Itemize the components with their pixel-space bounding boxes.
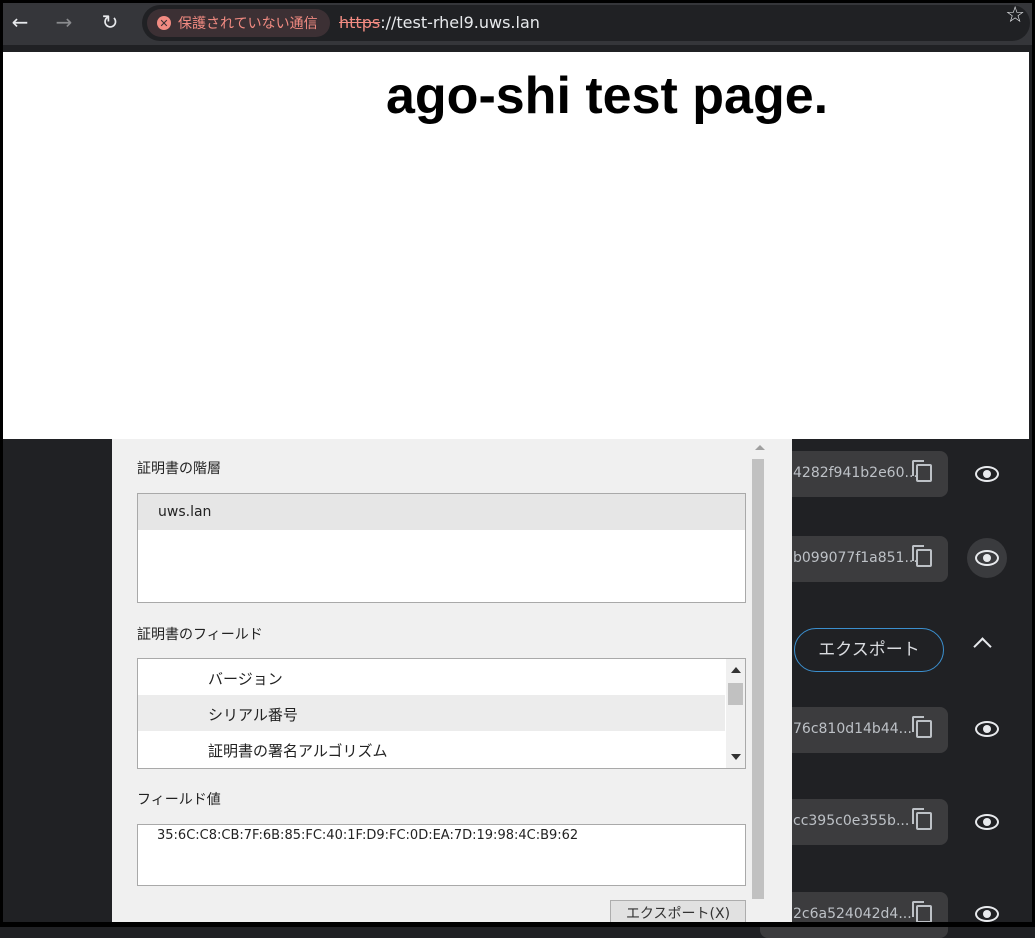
certificate-hierarchy-tree[interactable]: uws.lan bbox=[137, 493, 746, 603]
key-value: cc395c0e355b... bbox=[793, 813, 910, 829]
url-text[interactable]: https://test-rhel9.uws.lan bbox=[339, 13, 540, 32]
copy-icon[interactable] bbox=[912, 716, 932, 738]
scroll-down-icon[interactable] bbox=[731, 754, 741, 760]
field-row[interactable]: シリアル番号 bbox=[138, 695, 725, 731]
page-title: ago-shi test page. bbox=[386, 67, 829, 125]
export-certificate-button[interactable]: エクスポート(X) bbox=[610, 900, 746, 927]
scroll-thumb[interactable] bbox=[752, 459, 764, 899]
back-arrow-icon[interactable]: ← bbox=[5, 7, 35, 37]
field-label: バージョン bbox=[208, 670, 283, 688]
key-value: b099077f1a851... bbox=[793, 550, 918, 566]
scroll-up-icon[interactable] bbox=[731, 667, 741, 673]
copy-icon[interactable] bbox=[912, 545, 932, 567]
tree-item[interactable]: uws.lan bbox=[138, 494, 745, 530]
url-scheme: https bbox=[339, 13, 381, 32]
reload-icon[interactable]: ↻ bbox=[95, 7, 125, 37]
eye-icon[interactable] bbox=[967, 802, 1007, 842]
address-bar[interactable]: ✕ 保護されていない通信 https://test-rhel9.uws.lan bbox=[142, 5, 1030, 41]
key-value: 4282f941b2e60... bbox=[793, 465, 918, 481]
key-value: 2c6a524042d4... bbox=[793, 906, 912, 922]
bookmark-star-icon[interactable]: ☆ bbox=[1005, 3, 1025, 28]
security-label: 保護されていない通信 bbox=[178, 16, 318, 32]
certificate-fields-list[interactable]: バージョン シリアル番号 証明書の署名アルゴリズム bbox=[137, 658, 746, 769]
field-row[interactable]: バージョン bbox=[138, 659, 725, 695]
field-value-box[interactable]: 35:6C:C8:CB:7F:6B:85:FC:40:1F:D9:FC:0D:E… bbox=[137, 824, 746, 886]
eye-icon[interactable] bbox=[967, 454, 1007, 494]
url-host: ://test-rhel9.uws.lan bbox=[380, 13, 540, 32]
security-chip[interactable]: ✕ 保護されていない通信 bbox=[147, 9, 330, 37]
eye-icon[interactable] bbox=[967, 709, 1007, 749]
key-value: 76c810d14b44... bbox=[793, 721, 912, 737]
field-value-heading: フィールド値 bbox=[137, 792, 221, 808]
field-label: 証明書の署名アルゴリズム bbox=[208, 742, 388, 760]
eye-icon[interactable] bbox=[967, 894, 1007, 934]
dialog-scrollbar[interactable] bbox=[748, 439, 768, 909]
fields-scrollbar[interactable] bbox=[726, 659, 745, 768]
fields-heading: 証明書のフィールド bbox=[137, 627, 263, 643]
tree-item-label: uws.lan bbox=[158, 504, 212, 520]
hierarchy-heading: 証明書の階層 bbox=[137, 461, 221, 477]
forward-arrow-icon[interactable]: → bbox=[49, 7, 79, 37]
web-page: ago-shi test page. bbox=[3, 52, 1029, 439]
field-label: シリアル番号 bbox=[208, 706, 298, 724]
copy-icon[interactable] bbox=[912, 460, 932, 482]
field-row[interactable]: 証明書の署名アルゴリズム bbox=[138, 731, 725, 767]
certificate-details-dialog: 証明書の階層 uws.lan 証明書のフィールド バージョン シリアル番号 証明… bbox=[112, 439, 792, 927]
copy-icon[interactable] bbox=[912, 808, 932, 830]
chevron-up-icon[interactable] bbox=[973, 637, 992, 656]
scroll-up-icon[interactable] bbox=[755, 445, 765, 450]
export-button[interactable]: エクスポート bbox=[794, 628, 944, 672]
scroll-thumb[interactable] bbox=[728, 683, 743, 705]
not-secure-icon: ✕ bbox=[157, 16, 171, 30]
eye-icon[interactable] bbox=[967, 538, 1007, 578]
browser-toolbar: ← → ↻ ✕ 保護されていない通信 https://test-rhel9.uw… bbox=[0, 0, 1035, 45]
copy-icon[interactable] bbox=[912, 901, 932, 923]
field-value-text: 35:6C:C8:CB:7F:6B:85:FC:40:1F:D9:FC:0D:E… bbox=[157, 828, 579, 843]
